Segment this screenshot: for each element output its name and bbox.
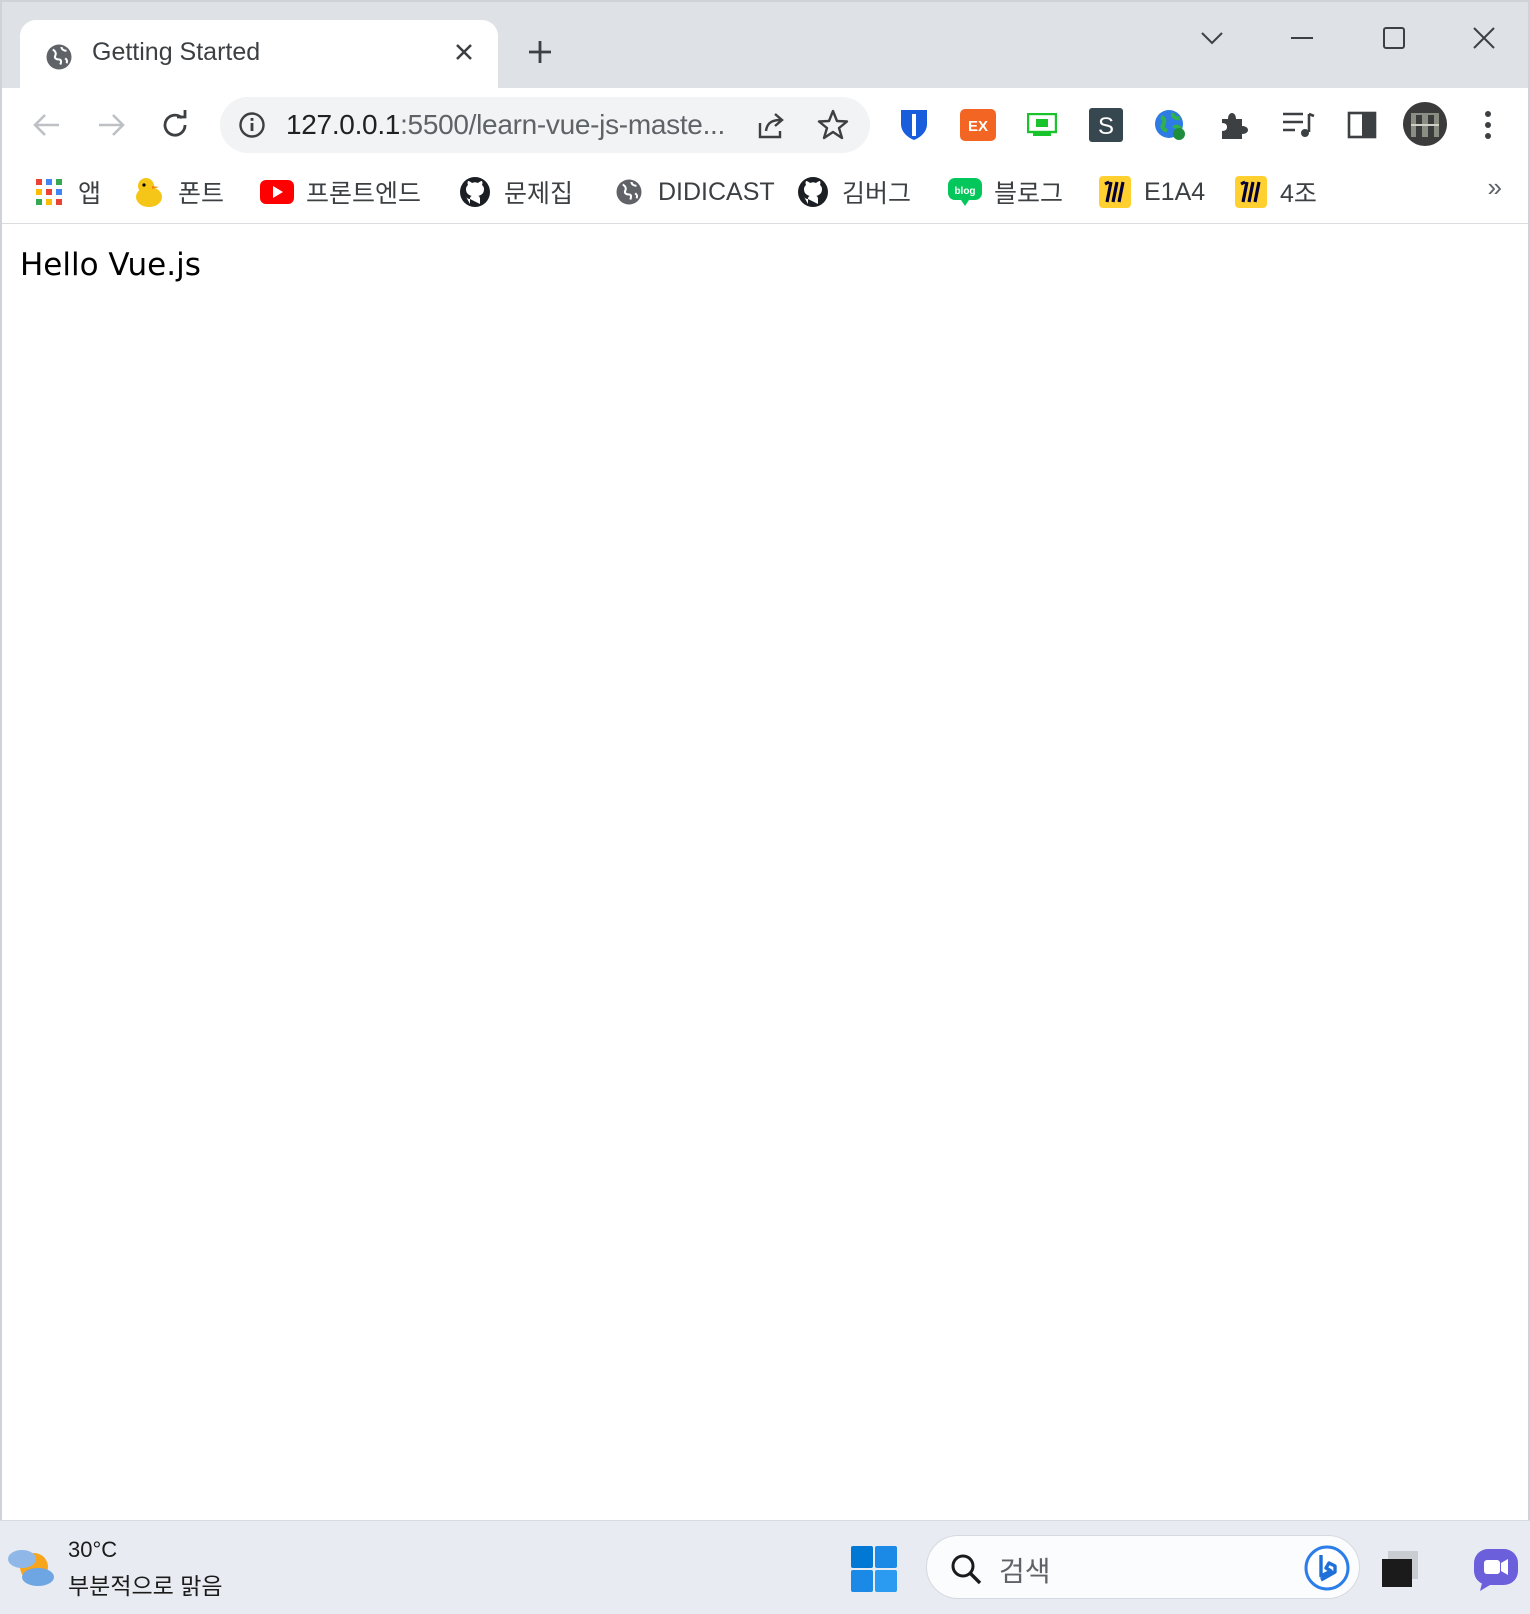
- github-icon: [458, 175, 492, 209]
- bookmark-didicast[interactable]: DIDICAST: [612, 170, 775, 214]
- back-button[interactable]: [24, 102, 70, 148]
- globe-icon: [612, 175, 646, 209]
- bookmark-label: 프론트엔드: [306, 180, 422, 208]
- page-heading: Hello Vue.js: [20, 247, 201, 283]
- bookmark-kimbug[interactable]: 김버그: [796, 170, 911, 214]
- active-tab[interactable]: Getting Started: [20, 20, 498, 88]
- taskbar: 30°C 부분적으로 맑음 검색: [0, 1520, 1530, 1614]
- forward-button[interactable]: [88, 102, 134, 148]
- partly-sunny-icon[interactable]: [4, 1541, 56, 1593]
- svg-text:EX: EX: [968, 118, 988, 135]
- tab-search-icon[interactable]: [1182, 16, 1242, 60]
- tab-title: Getting Started: [92, 38, 261, 66]
- profile-avatar[interactable]: [1402, 101, 1448, 147]
- info-icon[interactable]: [238, 111, 266, 139]
- github-icon: [796, 175, 830, 209]
- bookmark-label: 4조: [1280, 180, 1317, 208]
- browser-window: Getting Started 127.0.0.1:5500/learn-vue…: [0, 0, 1530, 1522]
- url-host: 127.0.0.1: [286, 109, 401, 140]
- side-panel-icon[interactable]: [1340, 103, 1384, 147]
- extensions-puzzle-icon[interactable]: [1212, 103, 1256, 147]
- close-window-button[interactable]: [1454, 16, 1514, 60]
- chat-icon[interactable]: [1472, 1545, 1520, 1593]
- browser-toolbar: 127.0.0.1:5500/learn-vue-js-maste... EX …: [2, 88, 1528, 162]
- bookmark-apps[interactable]: 앱: [32, 170, 101, 214]
- bookmark-e1a4[interactable]: E1A4: [1098, 170, 1205, 214]
- extension-globe-icon[interactable]: [1148, 103, 1192, 147]
- extension-s-icon[interactable]: S: [1084, 103, 1128, 147]
- bookmark-label: 블로그: [994, 180, 1064, 208]
- svg-text:S: S: [1098, 113, 1114, 140]
- windows-start-icon[interactable]: [850, 1545, 898, 1593]
- bitwarden-icon[interactable]: [892, 103, 936, 147]
- address-bar[interactable]: 127.0.0.1:5500/learn-vue-js-maste...: [220, 97, 870, 153]
- apps-grid-icon: [32, 175, 66, 209]
- bookmark-font[interactable]: 폰트: [132, 170, 224, 214]
- bookmarks-overflow-button[interactable]: »: [1488, 172, 1502, 203]
- bookmarks-bar: 앱 폰트 프론트엔드 문제집 DIDICAST 김버그 blog 블로그 E1A…: [2, 162, 1528, 224]
- menu-kebab-icon[interactable]: [1466, 103, 1510, 147]
- task-view-icon[interactable]: [1380, 1549, 1420, 1589]
- url-text[interactable]: 127.0.0.1:5500/learn-vue-js-maste...: [286, 109, 725, 141]
- bookmark-label: E1A4: [1144, 177, 1206, 206]
- page-content: Hello Vue.js: [2, 225, 1528, 1522]
- naver-blog-icon: blog: [948, 175, 982, 209]
- miro-icon: [1098, 175, 1132, 209]
- extension-ex-icon[interactable]: EX: [956, 103, 1000, 147]
- duck-icon: [132, 175, 166, 209]
- bookmark-blog[interactable]: blog 블로그: [948, 170, 1063, 214]
- minimize-button[interactable]: [1272, 16, 1332, 60]
- bookmark-label: 앱: [78, 180, 102, 208]
- bing-icon[interactable]: [1303, 1544, 1351, 1592]
- media-control-icon[interactable]: [1276, 103, 1320, 147]
- bookmark-label: 김버그: [842, 180, 912, 208]
- bookmark-label: 문제집: [504, 180, 574, 208]
- search-placeholder: 검색: [999, 1556, 1051, 1587]
- bookmark-problems[interactable]: 문제집: [458, 170, 573, 214]
- miro-icon: [1234, 175, 1268, 209]
- maximize-button[interactable]: [1364, 16, 1424, 60]
- url-path: :5500/learn-vue-js-maste...: [400, 109, 726, 140]
- bookmark-star-icon[interactable]: [816, 108, 850, 142]
- share-icon[interactable]: [754, 109, 788, 143]
- tab-strip: Getting Started: [2, 2, 1528, 88]
- weather-description[interactable]: 부분적으로 맑음: [68, 1567, 223, 1601]
- svg-text:blog: blog: [954, 186, 975, 197]
- weather-temperature[interactable]: 30°C: [68, 1537, 117, 1563]
- bookmark-label: 폰트: [178, 180, 225, 208]
- new-tab-button[interactable]: [522, 34, 558, 70]
- taskbar-search-input[interactable]: 검색: [926, 1535, 1360, 1599]
- globe-icon: [46, 44, 72, 70]
- extension-n-icon[interactable]: [1020, 103, 1064, 147]
- reload-button[interactable]: [152, 102, 198, 148]
- bookmark-frontend[interactable]: 프론트엔드: [260, 170, 421, 214]
- search-icon: [951, 1554, 982, 1585]
- bookmark-team4[interactable]: 4조: [1234, 170, 1317, 214]
- bookmark-label: DIDICAST: [658, 177, 775, 206]
- close-icon[interactable]: [448, 36, 480, 68]
- youtube-icon: [260, 175, 294, 209]
